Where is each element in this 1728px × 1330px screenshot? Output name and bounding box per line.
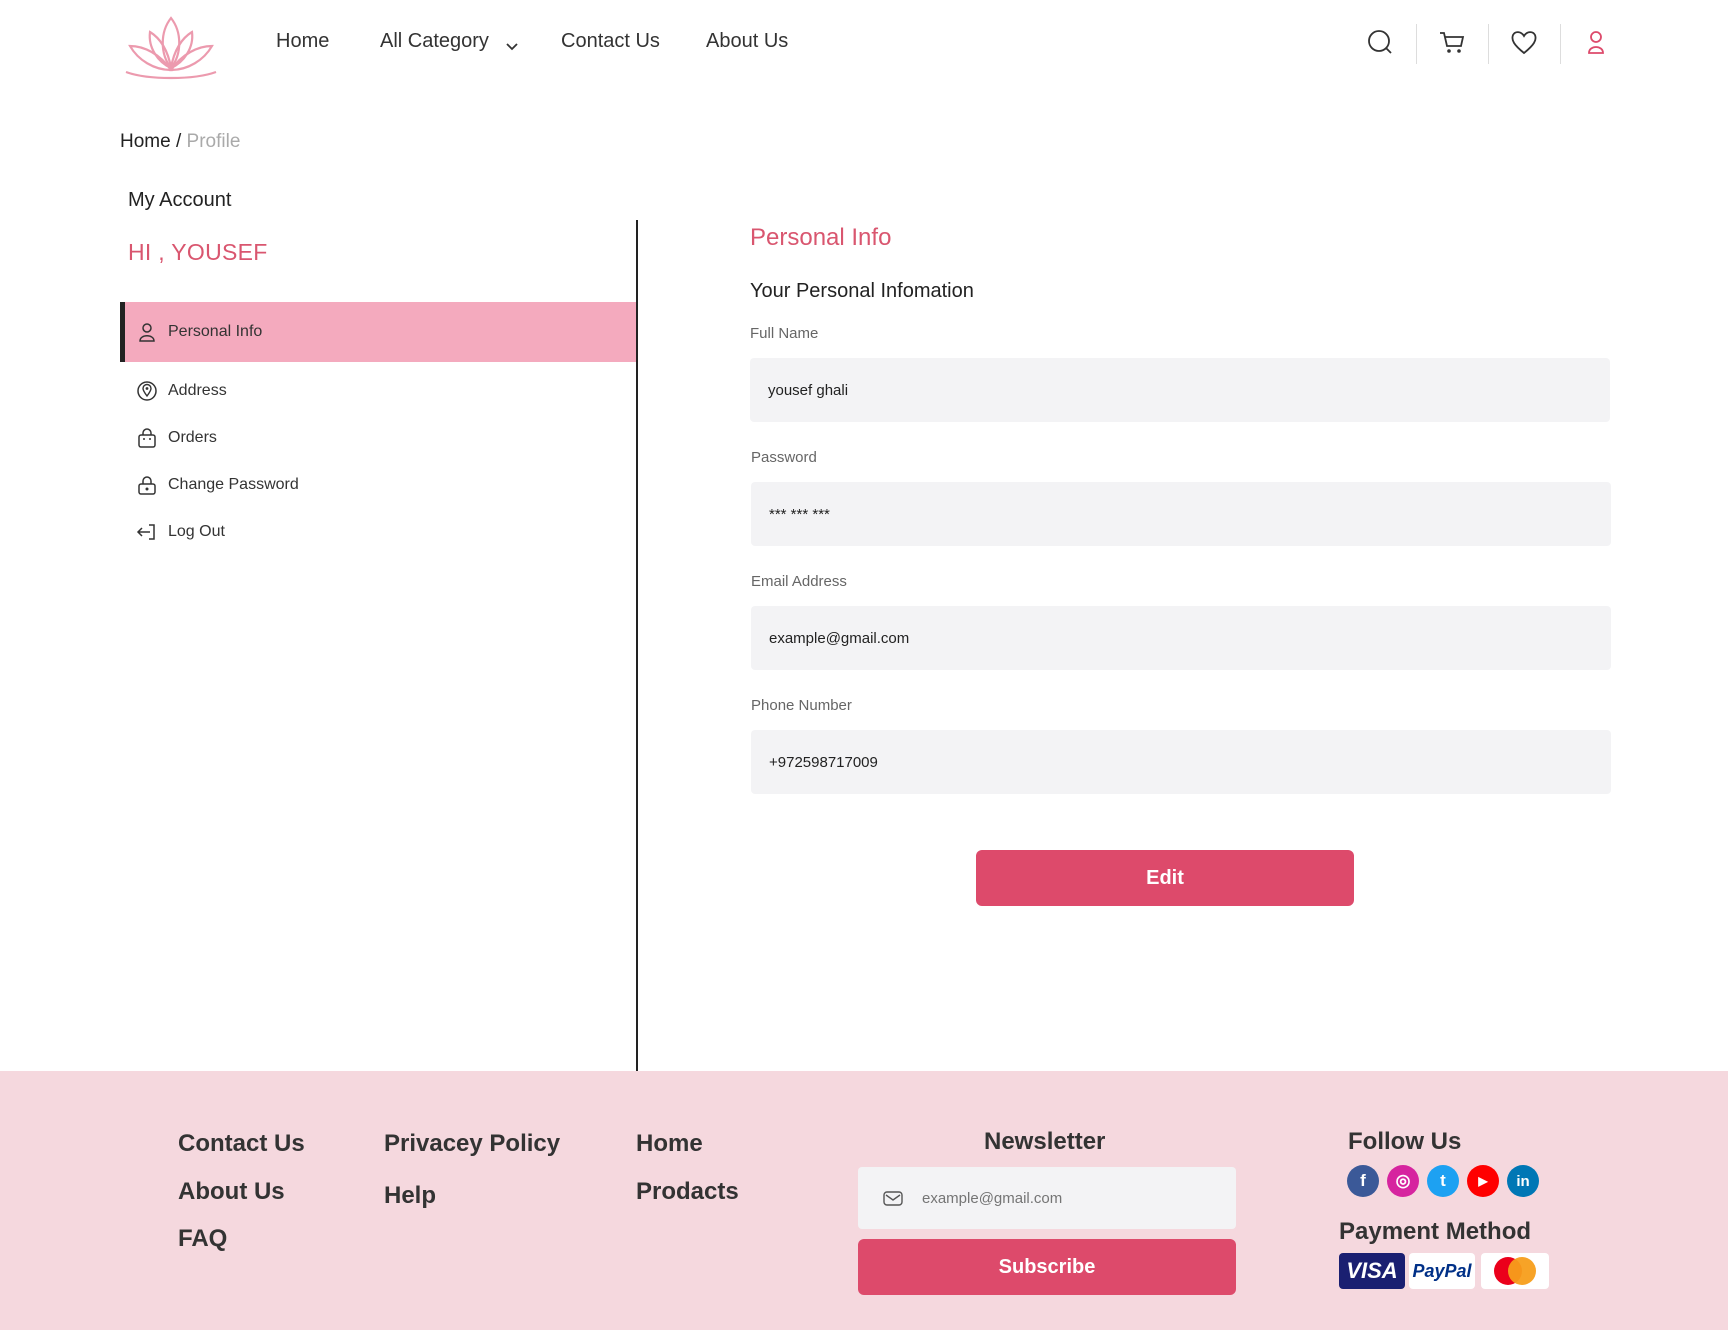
edit-button[interactable]: Edit xyxy=(976,850,1354,906)
header-divider xyxy=(1560,24,1561,64)
footer-link-products[interactable]: Prodacts xyxy=(636,1178,739,1206)
nav-all-category[interactable]: All Category xyxy=(380,30,489,53)
instagram-icon[interactable]: ◎ xyxy=(1387,1165,1419,1197)
paypal-logo-icon: PayPal xyxy=(1409,1253,1475,1289)
lotus-logo-icon[interactable] xyxy=(118,10,224,80)
newsletter-title: Newsletter xyxy=(984,1128,1106,1155)
footer-link-privacy-policy[interactable]: Privacey Policy xyxy=(384,1130,560,1158)
full-name-field[interactable] xyxy=(750,358,1610,422)
shopping-bag-icon xyxy=(138,428,156,448)
heart-icon[interactable] xyxy=(1508,26,1540,58)
paypal-logo-text: PayPal xyxy=(1412,1260,1472,1281)
search-icon[interactable] xyxy=(1364,26,1396,58)
sidebar-item-label: Orders xyxy=(168,429,217,446)
sidebar-item-label: Address xyxy=(168,382,227,399)
email-field[interactable] xyxy=(751,606,1611,670)
phone-field[interactable] xyxy=(751,730,1611,794)
header-divider xyxy=(1416,24,1417,64)
footer-link-home[interactable]: Home xyxy=(636,1130,703,1158)
password-field[interactable] xyxy=(751,482,1611,546)
sidebar-item-personal-info[interactable]: Personal Info xyxy=(120,302,636,362)
breadcrumb-home[interactable]: Home xyxy=(120,131,171,152)
full-name-label: Full Name xyxy=(750,325,819,342)
footer-link-contact-us[interactable]: Contact Us xyxy=(178,1130,305,1158)
breadcrumb-separator: / xyxy=(170,131,187,152)
subscribe-button[interactable]: Subscribe xyxy=(858,1239,1236,1295)
lock-icon xyxy=(138,476,156,495)
linkedin-icon[interactable]: in xyxy=(1507,1165,1539,1197)
footer-link-about-us[interactable]: About Us xyxy=(178,1178,285,1206)
sidebar-item-label: Change Password xyxy=(168,476,299,493)
cart-icon[interactable] xyxy=(1436,26,1468,58)
footer-link-faq[interactable]: FAQ xyxy=(178,1225,227,1253)
twitter-icon[interactable]: t xyxy=(1427,1165,1459,1197)
sidebar-item-log-out[interactable]: Log Out xyxy=(120,502,636,562)
location-pin-icon xyxy=(137,381,157,401)
header-divider xyxy=(1488,24,1489,64)
password-label: Password xyxy=(751,449,817,466)
email-label: Email Address xyxy=(751,573,847,590)
mail-icon xyxy=(883,1191,903,1206)
nav-contact-us[interactable]: Contact Us xyxy=(561,30,660,53)
user-greeting: HI , YOUSEF xyxy=(128,239,268,265)
logout-icon xyxy=(136,524,155,540)
sidebar-title: My Account xyxy=(128,189,232,211)
follow-us-title: Follow Us xyxy=(1348,1128,1462,1155)
facebook-icon[interactable]: f xyxy=(1347,1165,1379,1197)
phone-label: Phone Number xyxy=(751,697,852,714)
youtube-icon[interactable]: ▶ xyxy=(1467,1165,1499,1197)
user-icon xyxy=(139,323,155,342)
mastercard-logo-icon xyxy=(1481,1253,1549,1289)
payment-method-title: Payment Method xyxy=(1339,1218,1532,1245)
breadcrumb: Home / Profile xyxy=(120,131,240,153)
visa-logo-icon: VISA xyxy=(1339,1253,1405,1289)
sidebar-item-label: Log Out xyxy=(168,523,225,540)
nav-about-us[interactable]: About Us xyxy=(706,30,788,53)
user-icon[interactable] xyxy=(1580,26,1612,58)
sidebar-item-label: Personal Info xyxy=(168,323,263,340)
section-title: Personal Info xyxy=(750,224,892,251)
section-subtitle: Your Personal Infomation xyxy=(750,280,974,302)
sidebar-divider xyxy=(636,220,638,1071)
nav-home[interactable]: Home xyxy=(276,30,329,53)
newsletter-email-input[interactable] xyxy=(920,1188,1224,1208)
newsletter-input-wrap xyxy=(858,1167,1236,1229)
breadcrumb-current: Profile xyxy=(186,131,241,152)
footer-link-help[interactable]: Help xyxy=(384,1182,436,1210)
chevron-down-icon[interactable] xyxy=(504,38,520,54)
